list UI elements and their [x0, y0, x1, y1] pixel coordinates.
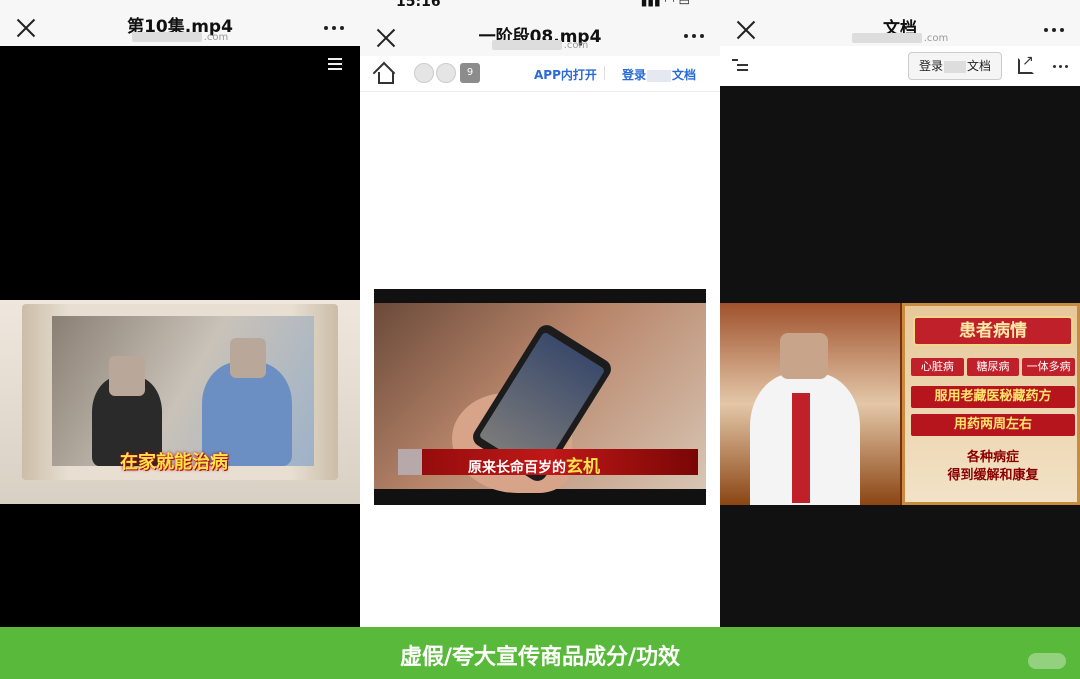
poster-line: 用药两周左右 [911, 414, 1075, 436]
close-icon[interactable] [736, 20, 756, 40]
video-player[interactable]: 患者病情 心脏病 糖尿病 一体多病 服用老藏医秘藏药方 用药两周左右 各种病症 … [720, 303, 1080, 505]
close-icon[interactable] [376, 28, 396, 48]
login-doc-link[interactable]: 登录 文档 [622, 66, 696, 83]
home-icon[interactable] [374, 64, 394, 84]
violation-label-bar: 虚假/夸大宣传商品成分/功效 [0, 627, 1080, 679]
domain-label: .com [780, 33, 1020, 44]
nav-bar: 第10集.mp4 .com [0, 0, 360, 46]
watermark-logo [1028, 653, 1066, 669]
video-player[interactable]: 原来长命百岁的玄机 [374, 289, 706, 505]
domain-label: .com [60, 32, 300, 43]
more-icon[interactable] [1053, 65, 1068, 68]
video-panel-1: 第10集.mp4 .com 在家就能治病 [0, 0, 360, 627]
more-icon[interactable] [1044, 28, 1064, 32]
doc-toolbar: 登录 文档 [720, 46, 1080, 86]
redacted-block [851, 33, 922, 43]
redacted-block [131, 32, 202, 42]
poster-tags: 心脏病 糖尿病 一体多病 [911, 358, 1076, 376]
redacted-block [647, 69, 672, 82]
video-frame [720, 303, 900, 505]
blurred-face [230, 338, 266, 378]
poster-tag: 糖尿病 [966, 358, 1020, 376]
close-icon[interactable] [16, 18, 36, 38]
doc-toolbar: 9 APP内打开 登录 文档 [360, 56, 720, 92]
login-doc-button[interactable]: 登录 文档 [908, 52, 1002, 80]
collaborator-avatars[interactable]: 9 [414, 63, 480, 83]
poster-title: 患者病情 [913, 316, 1073, 346]
video-panel-3: 文档 .com 登录文档 患者病情 心脏病 糖尿病 一体多病 服用老藏医秘藏药方… [720, 0, 1080, 627]
domain-label: .com [420, 40, 660, 51]
promo-poster: 患者病情 心脏病 糖尿病 一体多病 服用老藏医秘藏药方 用药两周左右 各种病症 … [902, 303, 1080, 505]
redacted-block [944, 60, 966, 73]
video-caption: 原来长命百岁的玄机 [468, 457, 600, 477]
violation-label: 虚假/夸大宣传商品成分/功效 [399, 645, 681, 670]
nav-bar: 文档 .com [720, 0, 1080, 46]
more-icon[interactable] [684, 34, 704, 38]
video-panel-2: 15:16 ▮▮▮ ◠ ▭ 一阶段08.mp4 .com 9 APP内打开 登录… [360, 0, 720, 627]
redacted-block [491, 40, 562, 50]
nav-bar: 15:16 ▮▮▮ ◠ ▭ 一阶段08.mp4 .com [360, 0, 720, 56]
blurred-face [780, 333, 828, 379]
status-time: 15:16 [396, 0, 441, 10]
poster-tag: 心脏病 [911, 358, 964, 376]
poster-tag: 一体多病 [1022, 358, 1076, 376]
menu-icon[interactable] [328, 58, 342, 70]
share-icon[interactable] [1018, 53, 1034, 74]
avatar [414, 63, 434, 83]
poster-footer: 得到缓解和康复 [947, 468, 1039, 483]
blurred-face [109, 356, 145, 396]
poster-footer: 各种病症 [966, 450, 1019, 465]
outline-icon[interactable] [732, 59, 748, 73]
video-frame [52, 316, 314, 466]
more-icon[interactable] [324, 26, 344, 30]
signal-icon: ▮▮▮ ◠ ▭ [640, 0, 690, 8]
avatar [436, 63, 456, 83]
poster-line: 服用老藏医秘藏药方 [911, 386, 1075, 408]
collaborator-count-badge: 9 [460, 63, 480, 83]
video-caption: 在家就能治病 [120, 452, 228, 473]
video-player[interactable]: 在家就能治病 [0, 300, 360, 504]
open-in-app-link[interactable]: APP内打开 [534, 66, 597, 83]
